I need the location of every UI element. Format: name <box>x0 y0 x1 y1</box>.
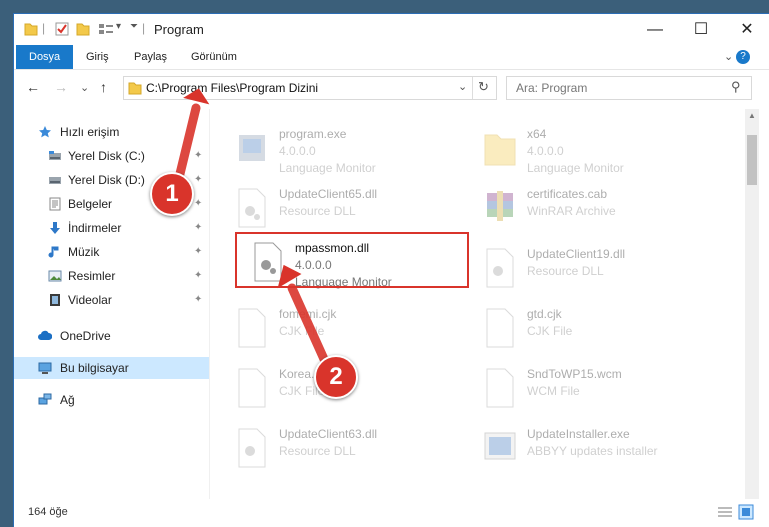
step-1-badge: 1 <box>150 172 194 216</box>
step-2-badge: 2 <box>314 355 358 399</box>
annotation-arrows <box>173 88 333 373</box>
